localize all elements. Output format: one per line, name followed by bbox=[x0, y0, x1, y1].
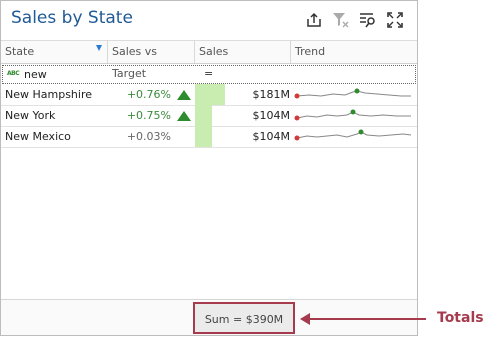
export-icon[interactable] bbox=[304, 10, 324, 30]
table-row[interactable]: New Mexico +0.03% $104M bbox=[1, 126, 417, 148]
callout-arrow-icon bbox=[300, 313, 310, 325]
clear-filter-icon[interactable] bbox=[331, 10, 351, 30]
dashboard-grid-panel: Sales by State State Sales vs Target Sal… bbox=[0, 0, 418, 336]
sparkline-max-marker bbox=[354, 88, 360, 94]
sparkline-max-marker bbox=[350, 109, 356, 115]
sales-cell: $104M bbox=[252, 109, 291, 122]
trend-sparkline bbox=[294, 88, 411, 99]
column-header-sales[interactable]: Sales bbox=[194, 41, 290, 63]
callout-label: Totals bbox=[437, 310, 484, 326]
maximize-icon[interactable] bbox=[385, 10, 405, 30]
column-header-trend[interactable]: Trend bbox=[290, 41, 417, 63]
sparkline-start-marker bbox=[294, 115, 300, 121]
up-arrow-icon bbox=[177, 111, 191, 121]
sparkline-max-marker bbox=[358, 129, 364, 135]
sales-cell: $181M bbox=[252, 88, 291, 101]
sparkline-start-marker bbox=[294, 135, 300, 141]
state-cell: New Hampshire bbox=[5, 88, 93, 101]
column-header-sales-vs-target[interactable]: Sales vs Target bbox=[107, 41, 194, 80]
callout-line bbox=[304, 318, 426, 320]
delta-cell: +0.03% bbox=[126, 130, 171, 143]
panel-toolbar bbox=[304, 10, 405, 30]
trend-sparkline bbox=[294, 109, 411, 121]
column-header-label: Trend bbox=[295, 45, 326, 58]
sparkline-start-marker bbox=[294, 93, 300, 99]
multiselect-filter-icon[interactable] bbox=[358, 10, 378, 30]
column-header-state[interactable]: State bbox=[1, 41, 107, 63]
table-row[interactable]: New Hampshire +0.76% $181M bbox=[1, 84, 417, 106]
totals-text: Sum = $390M bbox=[204, 313, 284, 326]
trend-sparkline bbox=[294, 129, 412, 141]
state-cell: New York bbox=[5, 109, 56, 122]
column-header-label: Sales bbox=[199, 45, 229, 58]
totals-summary: Sum = $390M bbox=[193, 302, 295, 334]
delta-cell: +0.76% bbox=[126, 88, 171, 101]
column-header-label: State bbox=[5, 45, 35, 58]
filter-operator-icon[interactable]: = bbox=[204, 67, 213, 80]
table-row[interactable]: New York +0.75% $104M bbox=[1, 105, 417, 127]
filter-row[interactable]: ABC new = bbox=[2, 65, 416, 84]
sales-cell: $104M bbox=[252, 130, 291, 143]
delta-cell: +0.75% bbox=[126, 109, 171, 122]
panel-title: Sales by State bbox=[11, 8, 133, 28]
text-filter-icon: ABC bbox=[7, 70, 20, 77]
filter-indicator-icon bbox=[96, 45, 102, 51]
filter-input-value[interactable]: new bbox=[24, 68, 47, 81]
state-cell: New Mexico bbox=[5, 130, 71, 143]
up-arrow-icon bbox=[177, 90, 191, 100]
grid-header: State Sales vs Target Sales Trend bbox=[1, 40, 417, 80]
